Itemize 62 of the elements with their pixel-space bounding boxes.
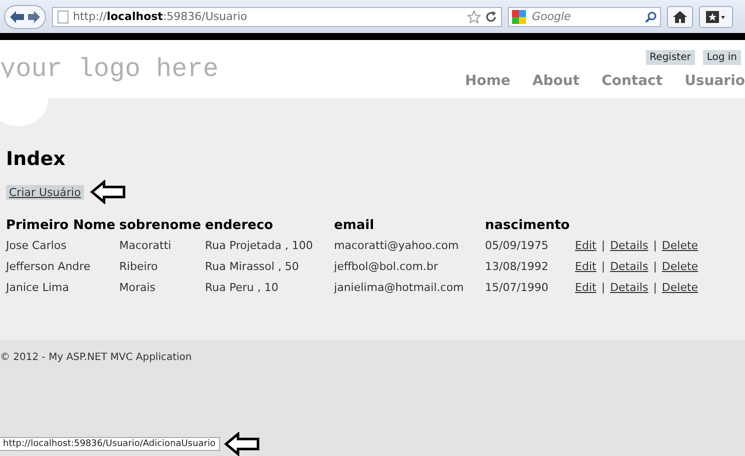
column-header: email — [334, 218, 376, 235]
back-forward-buttons[interactable] — [4, 4, 46, 28]
create-user-link[interactable]: Criar Usuário — [6, 184, 84, 200]
home-icon — [673, 10, 687, 22]
page-icon — [57, 10, 69, 24]
url-text: http://localhost:59836/Usuario — [73, 10, 248, 23]
table-cell-text: Ribeiro — [119, 259, 159, 275]
table-cell-text: macoratti@yahoo.com — [334, 238, 460, 254]
arrow-icon — [224, 432, 260, 456]
table-cell-text: Rua Projetada , 100 — [205, 238, 314, 254]
table-cell-text: Morais — [119, 280, 157, 296]
separator: | — [652, 260, 658, 273]
table-cell-text: Janice Lima — [6, 280, 70, 296]
account-link[interactable]: Log in — [702, 50, 741, 65]
reload-icon[interactable] — [485, 10, 497, 22]
table-cell: 15/07/1990 — [485, 278, 576, 299]
table-cell-text: Jefferson Andre — [6, 259, 92, 275]
nav-link[interactable]: Usuario — [662, 73, 745, 89]
table-cell: 13/08/1992 — [485, 257, 576, 278]
table-cell-text: Macoratti — [119, 238, 172, 254]
separator: | — [600, 239, 606, 252]
footer-text: © 2012 - My ASP.NET MVC Application — [0, 351, 193, 363]
nav-link[interactable]: Contact — [580, 73, 663, 89]
column-header: sobrenome — [119, 218, 202, 235]
action-link[interactable]: Details — [610, 260, 648, 273]
star-icon[interactable] — [467, 10, 481, 24]
address-bar[interactable]: http://localhost:59836/Usuario — [52, 6, 502, 26]
column-header: Primeiro Nome — [6, 218, 120, 236]
table-cell-text: Jose Carlos — [6, 238, 68, 254]
action-link[interactable]: Delete — [662, 281, 698, 294]
home-button[interactable] — [667, 6, 693, 28]
table-cell: Rua Mirassol , 50 — [205, 257, 334, 278]
table-cell-text: janielima@hotmail.com — [334, 280, 465, 296]
search-icon[interactable] — [645, 10, 657, 22]
column-header: endereco — [205, 218, 274, 235]
back-icon[interactable] — [9, 10, 25, 24]
separator: | — [600, 281, 606, 294]
status-url: http://localhost:59836/Usuario/AdicionaUsuario — [0, 437, 220, 451]
account-link[interactable]: Register — [646, 50, 695, 65]
search-field[interactable]: Google — [508, 6, 661, 26]
separator: | — [600, 260, 606, 273]
bookmarks-button[interactable] — [699, 6, 733, 28]
action-link[interactable]: Delete — [662, 239, 698, 252]
page-title: Index — [6, 147, 66, 170]
action-link[interactable]: Details — [610, 239, 648, 252]
column-header: nascimento — [485, 218, 571, 235]
forward-icon[interactable] — [27, 10, 41, 22]
table-cell-text: jeffbol@bol.com.br — [334, 259, 439, 275]
separator: | — [652, 281, 658, 294]
table-cell: Rua Peru , 10 — [205, 278, 334, 299]
arrow-icon — [90, 180, 126, 204]
action-link[interactable]: Delete — [662, 260, 698, 273]
action-link[interactable]: Edit — [575, 281, 596, 294]
search-engine-icon[interactable] — [512, 10, 526, 24]
separator: | — [652, 239, 658, 252]
bookmark-menu-icon — [706, 10, 726, 22]
nav-link[interactable]: About — [510, 73, 580, 89]
nav-link[interactable]: Home — [465, 73, 510, 89]
action-link[interactable]: Edit — [575, 239, 596, 252]
action-link[interactable]: Edit — [575, 260, 596, 273]
table-cell: 05/09/1975 — [485, 236, 576, 257]
action-link[interactable]: Details — [610, 281, 648, 294]
